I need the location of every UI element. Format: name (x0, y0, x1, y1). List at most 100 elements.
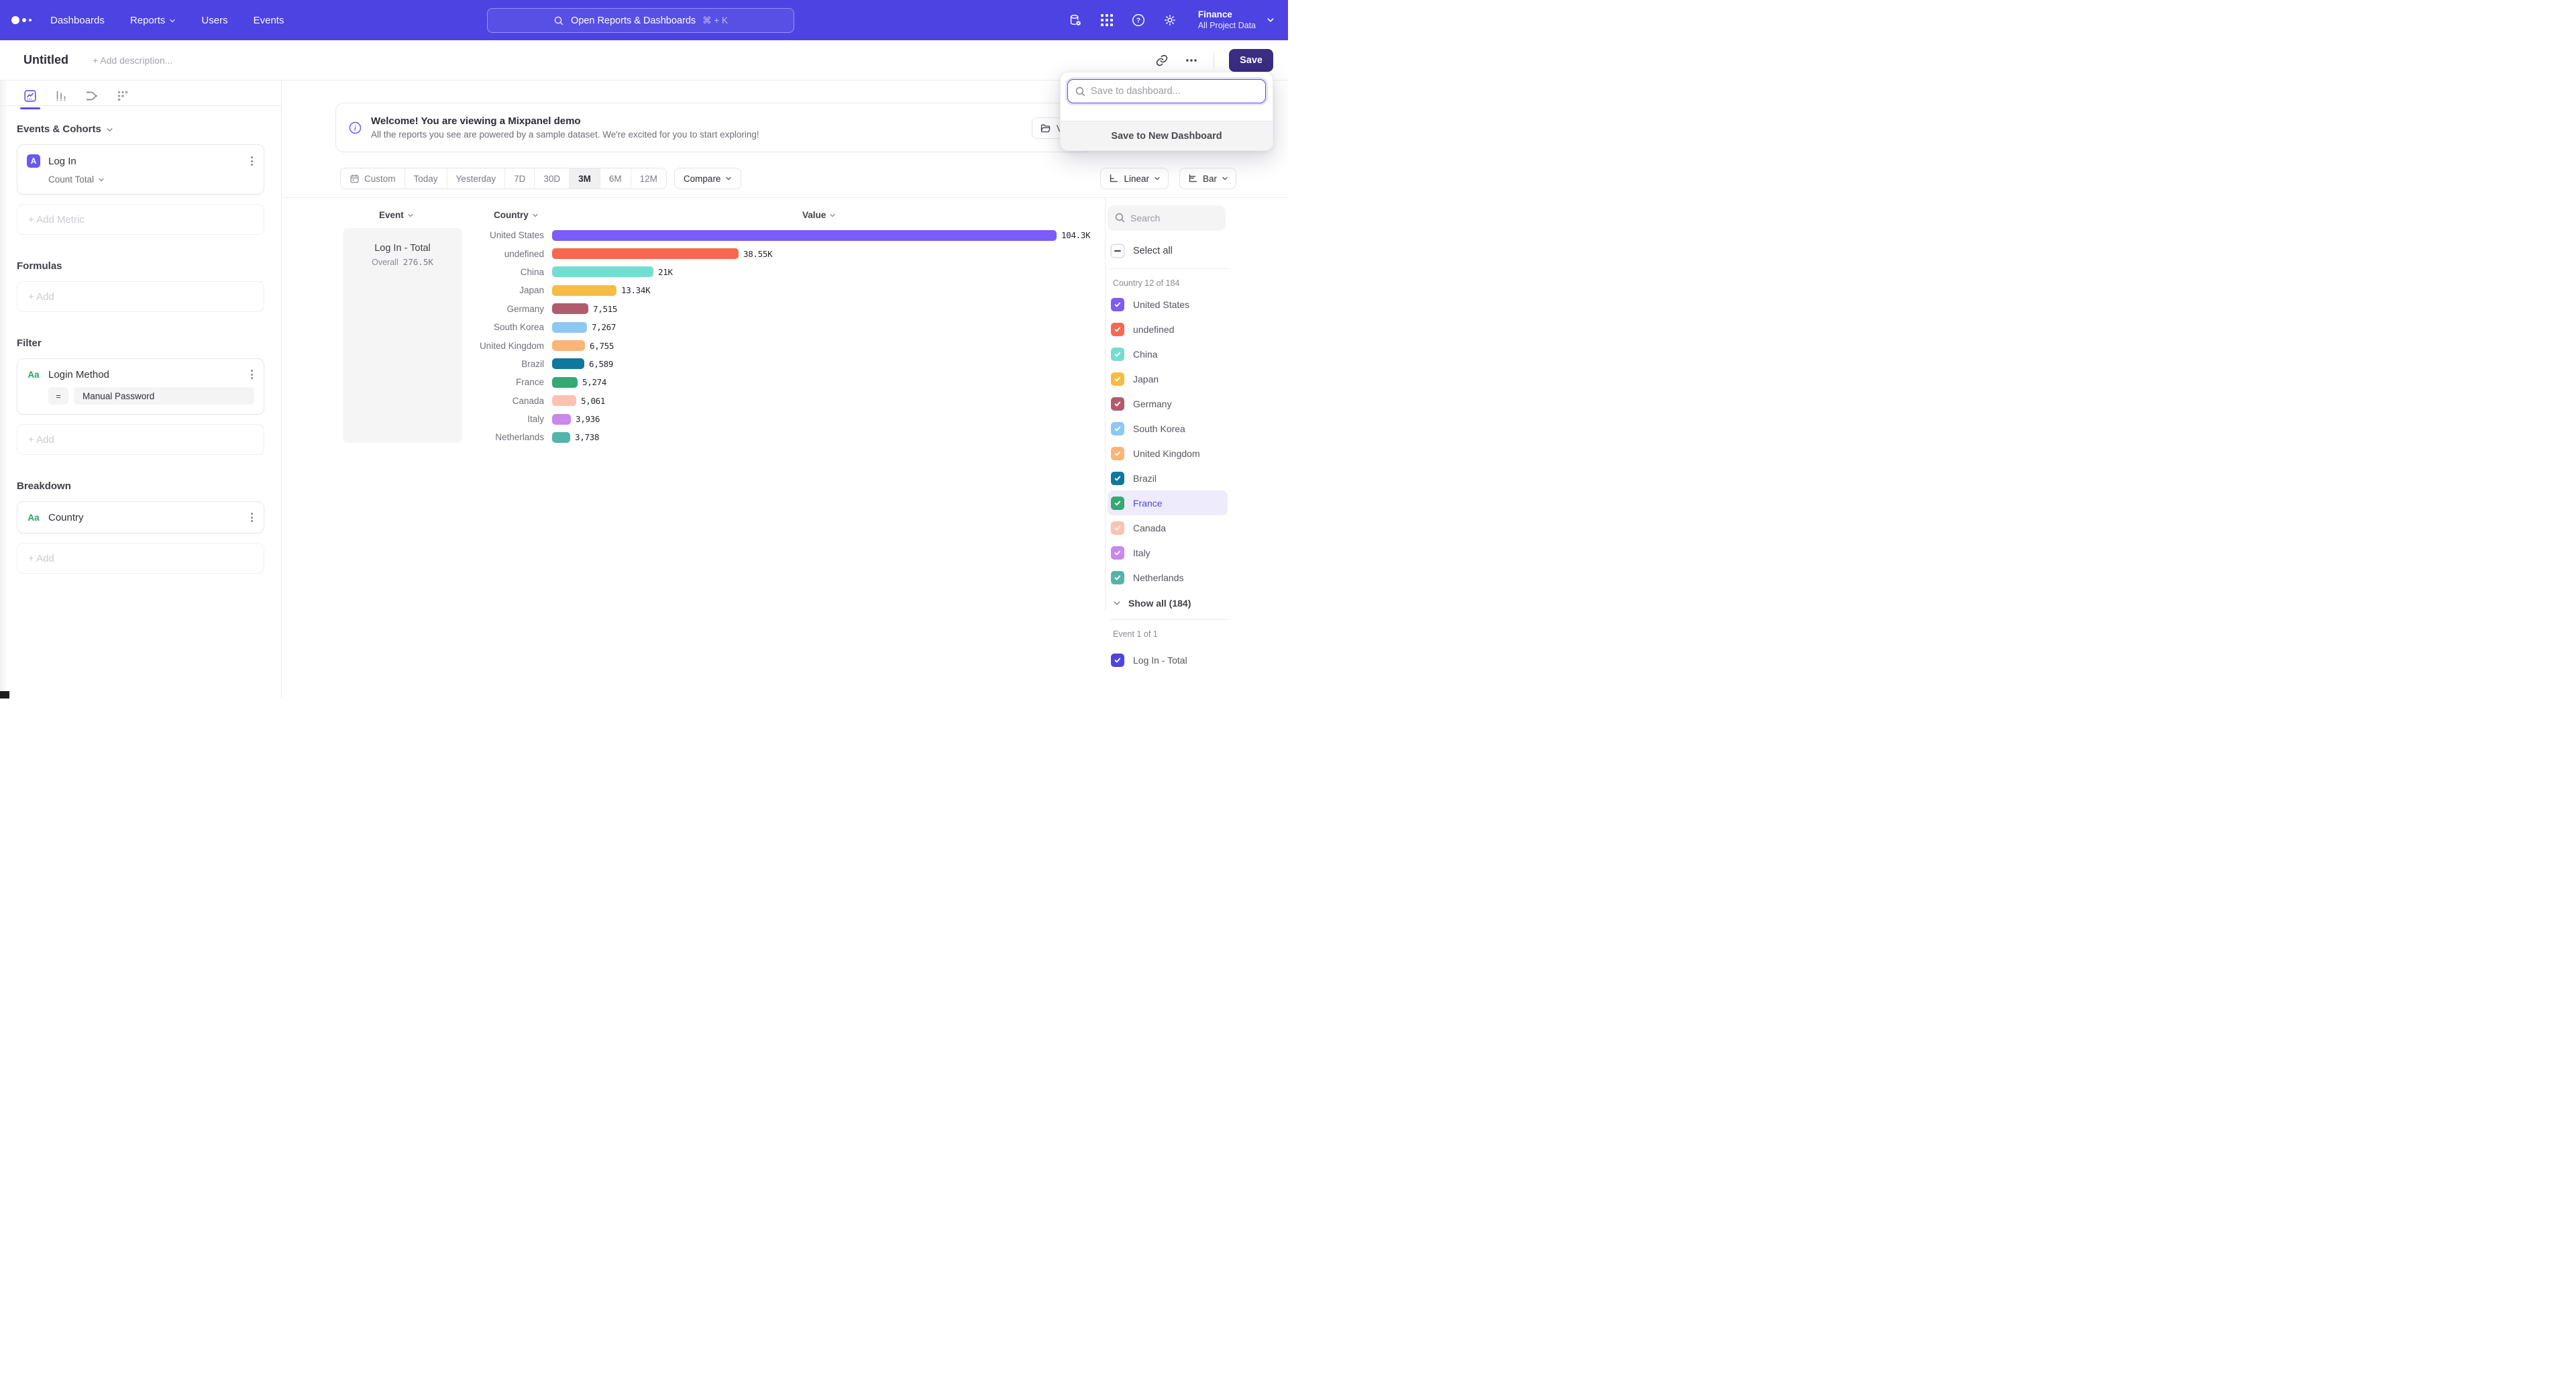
legend-row-italy[interactable]: Italy (1108, 540, 1228, 565)
legend-search[interactable] (1108, 205, 1226, 231)
select-all-row[interactable]: Select all (1111, 244, 1288, 258)
range-button-12m[interactable]: 12M (631, 168, 666, 189)
range-button-today[interactable]: Today (405, 168, 447, 189)
bar-segment[interactable] (552, 358, 584, 369)
legend-row-canada[interactable]: Canada (1108, 515, 1228, 540)
metric-aggregation-selector[interactable]: Count Total (48, 174, 254, 185)
breakdown-property-name[interactable]: Country (48, 512, 84, 523)
legend-row-china[interactable]: China (1108, 342, 1228, 366)
legend-checkbox[interactable] (1111, 422, 1124, 435)
help-icon[interactable]: ? (1131, 13, 1146, 28)
bar-segment[interactable] (552, 248, 739, 259)
global-search-button[interactable]: Open Reports & Dashboards ⌘ + K (487, 8, 794, 33)
breakdown-kebab-icon[interactable] (250, 511, 254, 523)
range-button-custom[interactable]: Custom (341, 168, 405, 189)
apps-grid-icon[interactable] (1099, 13, 1114, 28)
bar-segment[interactable] (552, 340, 585, 351)
legend-row-germany[interactable]: Germany (1108, 391, 1228, 416)
project-selector[interactable]: Finance All Project Data (1198, 9, 1275, 32)
tab-retention-icon[interactable] (115, 88, 131, 104)
legend-checkbox[interactable] (1111, 497, 1124, 510)
tab-funnels-icon[interactable] (53, 88, 69, 104)
legend-row-log-in-total[interactable]: Log In - Total (1108, 648, 1228, 672)
more-options-icon[interactable] (1184, 53, 1199, 68)
legend-checkbox[interactable] (1111, 372, 1124, 386)
country-header-label: Country (494, 210, 529, 220)
settings-gear-icon[interactable] (1163, 13, 1177, 28)
nav-item-dashboards[interactable]: Dashboards (50, 15, 105, 26)
report-title[interactable]: Untitled (23, 53, 68, 67)
legend-row-united-kingdom[interactable]: United Kingdom (1108, 441, 1228, 466)
legend-checkbox[interactable] (1111, 472, 1124, 485)
legend-checkbox[interactable] (1111, 521, 1124, 535)
breakdown-card[interactable]: Aa Country (17, 501, 264, 533)
bar-segment[interactable] (552, 322, 587, 333)
legend-checkbox[interactable] (1111, 654, 1124, 667)
tab-flows-icon[interactable] (84, 88, 100, 104)
range-button-yesterday[interactable]: Yesterday (447, 168, 506, 189)
filter-operator-chip[interactable]: = (48, 387, 68, 405)
mixpanel-logo-icon[interactable] (11, 16, 32, 24)
country-column-header[interactable]: Country (494, 210, 539, 220)
nav-item-users[interactable]: Users (201, 15, 227, 26)
filter-card[interactable]: Aa Login Method = Manual Password (17, 358, 264, 415)
show-all-button[interactable]: Show all (184) (1113, 598, 1288, 609)
legend-checkbox[interactable] (1111, 546, 1124, 560)
chart-type-selector-button[interactable]: Bar (1179, 168, 1236, 189)
save-dashboard-search[interactable] (1067, 79, 1266, 103)
metric-event-name[interactable]: Log In (48, 156, 76, 167)
country-count-label: Country 12 of 184 (1113, 278, 1288, 288)
legend-checkbox[interactable] (1111, 397, 1124, 411)
bar-segment[interactable] (552, 377, 578, 388)
metric-kebab-icon[interactable] (250, 155, 254, 167)
event-series-card[interactable]: Log In - Total Overall276.5K (343, 228, 462, 443)
bar-segment[interactable] (552, 432, 570, 443)
tab-insights-icon[interactable] (22, 88, 38, 104)
filter-value-chip[interactable]: Manual Password (74, 387, 254, 405)
save-to-new-dashboard-button[interactable]: Save to New Dashboard (1061, 121, 1273, 150)
range-button-3m[interactable]: 3M (570, 168, 600, 189)
legend-checkbox[interactable] (1111, 348, 1124, 361)
add-description-field[interactable]: + Add description... (93, 55, 172, 66)
save-dashboard-input[interactable] (1067, 79, 1266, 103)
event-column-header[interactable]: Event (379, 210, 414, 220)
legend-row-undefined[interactable]: undefined (1108, 317, 1228, 342)
data-management-icon[interactable] (1068, 13, 1083, 28)
legend-checkbox[interactable] (1111, 323, 1124, 336)
legend-checkbox[interactable] (1111, 447, 1124, 460)
legend-checkbox[interactable] (1111, 571, 1124, 584)
add-metric-button[interactable]: + Add Metric (17, 204, 264, 235)
filter-kebab-icon[interactable] (250, 368, 254, 380)
range-button-30d[interactable]: 30D (535, 168, 570, 189)
add-breakdown-button[interactable]: + Add (17, 543, 264, 574)
value-column-header[interactable]: Value (802, 210, 836, 220)
events-cohorts-selector[interactable]: Events & Cohorts (17, 123, 264, 135)
bar-segment[interactable] (552, 230, 1057, 241)
compare-button[interactable]: Compare (674, 168, 742, 189)
legend-row-south-korea[interactable]: South Korea (1108, 416, 1228, 441)
nav-item-events[interactable]: Events (254, 15, 284, 26)
bar-segment[interactable] (552, 266, 653, 277)
legend-checkbox[interactable] (1111, 298, 1124, 311)
add-filter-button[interactable]: + Add (17, 424, 264, 455)
range-button-7d[interactable]: 7D (505, 168, 535, 189)
filter-property-name[interactable]: Login Method (48, 369, 109, 380)
legend-row-united-states[interactable]: United States (1108, 292, 1228, 317)
legend-row-japan[interactable]: Japan (1108, 366, 1228, 391)
bar-segment[interactable] (552, 414, 571, 425)
metric-card[interactable]: A Log In Count Total (17, 144, 264, 195)
select-all-checkbox[interactable] (1111, 244, 1124, 258)
legend-row-brazil[interactable]: Brazil (1108, 466, 1228, 490)
bar-segment[interactable] (552, 395, 576, 406)
select-all-label: Select all (1133, 246, 1173, 256)
range-button-6m[interactable]: 6M (600, 168, 631, 189)
add-formula-button[interactable]: + Add (17, 281, 264, 312)
bar-segment[interactable] (552, 303, 588, 314)
scale-selector-button[interactable]: Linear (1100, 168, 1169, 189)
legend-row-france[interactable]: France (1108, 490, 1228, 515)
bar-segment[interactable] (552, 285, 616, 296)
nav-item-reports[interactable]: Reports (130, 15, 176, 26)
legend-row-netherlands[interactable]: Netherlands (1108, 565, 1228, 590)
save-button[interactable]: Save (1229, 49, 1273, 72)
copy-link-icon[interactable] (1155, 53, 1169, 68)
